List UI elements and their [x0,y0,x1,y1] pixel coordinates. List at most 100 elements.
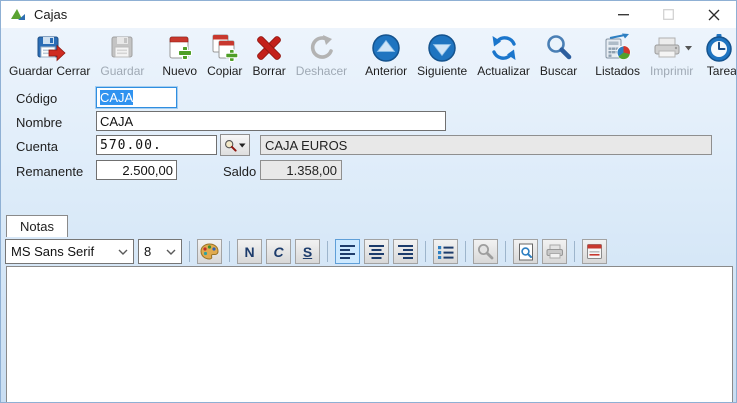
toolbar-label: Buscar [539,64,578,78]
calendar-icon [587,244,602,259]
toolbar-button-tareas[interactable]: Tareas [698,30,737,81]
align-center-button[interactable] [364,239,389,264]
lookup-magnifier-icon [225,139,237,152]
cuenta-label: Cuenta [16,139,58,154]
maximize-button[interactable] [646,1,691,28]
nombre-input[interactable] [96,111,446,131]
toolbar-button-guardar-cerrar[interactable]: Guardar Cerrar [4,30,95,81]
close-button[interactable] [691,1,736,28]
toolbar-button-anterior[interactable]: Anterior [360,30,412,81]
font-color-button[interactable] [197,239,222,264]
remanente-input[interactable] [96,160,177,180]
codigo-input[interactable]: CAJA [96,87,177,108]
window-body: Guardar Cerrar Guardar Nuevo Copiar Borr… [1,28,736,402]
cuenta-input[interactable] [96,135,217,155]
toolbar-button-imprimir[interactable]: Imprimir [645,30,698,81]
search-icon [546,34,571,59]
print-preview-icon [518,243,533,260]
codigo-selected-text: CAJA [100,90,134,105]
window-controls [601,1,736,28]
richbar-separator [327,241,328,262]
italic-button[interactable]: C [266,239,291,264]
reports-icon [605,33,631,59]
toolbar-label: Nuevo [162,64,198,78]
bullet-list-button[interactable] [433,239,458,264]
toolbar-button-deshacer[interactable]: Deshacer [291,30,352,81]
toolbar-label: Guardar [100,64,145,78]
richbar-separator [229,241,230,262]
toolbar-label: Deshacer [295,64,348,78]
toolbar-label: Copiar [207,64,243,78]
toolbar-button-nuevo[interactable]: Nuevo [157,30,202,81]
print-icon [654,37,680,57]
minimize-button[interactable] [601,1,646,28]
tasks-clock-icon [706,33,733,62]
toolbar-label: Actualizar [477,64,530,78]
print-notes-button[interactable] [542,239,567,264]
app-logo-icon [11,8,25,20]
minimize-icon [618,14,629,16]
bold-label: N [244,243,255,260]
main-toolbar: Guardar Cerrar Guardar Nuevo Copiar Borr… [1,28,736,81]
toolbar-label: Anterior [365,64,408,78]
toolbar-button-guardar[interactable]: Guardar [95,30,149,81]
richbar-separator [505,241,506,262]
font-size-select[interactable]: 8 [138,239,182,264]
toolbar-label: Siguiente [417,64,468,78]
printer-small-icon [546,244,563,259]
align-right-icon [397,244,413,259]
insert-date-button[interactable] [582,239,607,264]
font-size-value: 8 [144,244,152,259]
maximize-icon [663,9,674,20]
previous-icon [372,33,400,62]
toolbar-button-copiar[interactable]: Copiar [202,30,247,81]
cuenta-description-field: CAJA EUROS [260,135,712,155]
richbar-separator [574,241,575,262]
delete-icon [257,35,282,60]
save-close-icon [37,36,66,61]
notes-editor[interactable] [6,266,733,402]
toolbar-button-buscar[interactable]: Buscar [535,30,582,81]
save-icon [111,36,133,57]
lookup-dropdown-arrow-icon [239,143,246,147]
window-title: Cajas [34,7,68,22]
saldo-field: 1.358,00 [260,160,342,180]
chevron-down-icon [118,249,128,255]
close-icon [708,9,719,20]
toolbar-button-actualizar[interactable]: Actualizar [472,30,535,81]
chevron-down-icon [166,249,176,255]
toolbar-label: Guardar Cerrar [9,64,91,78]
palette-icon [200,243,219,260]
saldo-label: Saldo [223,164,257,179]
toolbar-label: Listados [595,64,640,78]
undo-icon [311,34,334,59]
bullet-list-icon [437,245,453,259]
align-right-button[interactable] [393,239,418,264]
bold-button[interactable]: N [237,239,262,264]
imprimir-dropdown-arrow[interactable] [685,46,693,51]
cuenta-lookup-button[interactable] [220,134,250,156]
next-icon [428,33,456,62]
refresh-icon [491,35,516,60]
underline-button[interactable]: S [295,239,320,264]
align-left-button[interactable] [335,239,360,264]
toolbar-label: Tareas [706,64,737,78]
zoom-button[interactable] [473,239,498,264]
richbar-separator [189,241,190,262]
toolbar-button-siguiente[interactable]: Siguiente [412,30,472,81]
toolbar-button-borrar[interactable]: Borrar [247,30,290,81]
remanente-label: Remanente [16,164,84,179]
zoom-magnifier-icon [478,244,494,260]
print-preview-button[interactable] [513,239,538,264]
toolbar-button-listados[interactable]: Listados [590,30,645,81]
toolbar-label: Borrar [252,64,286,78]
title-bar: Cajas [1,1,736,28]
richbar-separator [465,241,466,262]
richbar-separator [425,241,426,262]
align-center-icon [368,244,384,259]
underline-label: S [302,243,313,260]
font-family-select[interactable]: MS Sans Serif [5,239,134,264]
codigo-label: Código [16,91,58,106]
align-left-icon [339,244,355,259]
tab-notas[interactable]: Notas [6,215,68,237]
